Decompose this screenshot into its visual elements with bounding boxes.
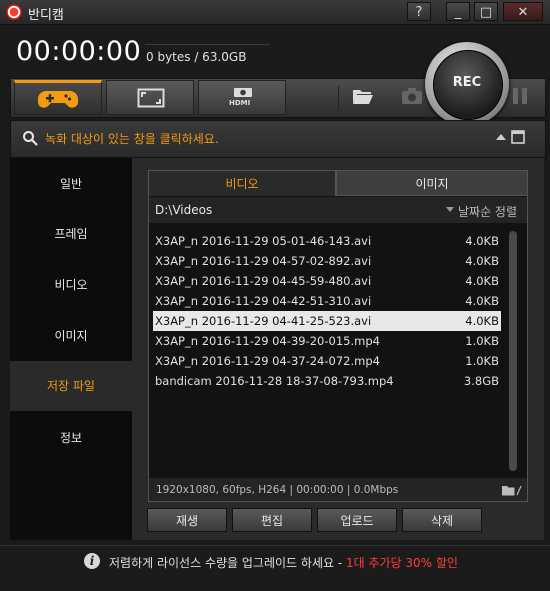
screen-rectangle-icon xyxy=(137,88,165,108)
sort-dropdown-arrow-icon[interactable] xyxy=(446,207,454,212)
list-item[interactable]: X3AP_n 2016-11-29 04-37-24-072.mp4 1.0KB xyxy=(153,351,501,371)
app-logo-icon xyxy=(6,4,22,20)
file-size: 4.0KB xyxy=(465,314,499,328)
file-name: X3AP_n 2016-11-29 04-41-25-523.avi xyxy=(155,314,372,328)
scrollbar-thumb[interactable] xyxy=(509,231,517,471)
tab-image[interactable]: 이미지 xyxy=(336,170,528,196)
file-size: 4.0KB xyxy=(465,254,499,268)
file-name: X3AP_n 2016-11-29 04-42-51-310.avi xyxy=(155,294,372,308)
list-item[interactable]: X3AP_n 2016-11-29 04-57-02-892.avi 4.0KB xyxy=(153,251,501,271)
record-timer: 00:00:00 xyxy=(16,36,142,67)
gamepad-icon xyxy=(38,91,78,108)
discount-promo: 1대 추가당 30% 할인 xyxy=(345,556,458,570)
file-name: X3AP_n 2016-11-29 05-01-46-143.avi xyxy=(155,234,372,248)
app-title: 반디캠 xyxy=(28,8,64,23)
list-item-selected[interactable]: X3AP_n 2016-11-29 04-41-25-523.avi 4.0KB xyxy=(153,311,501,331)
edit-button[interactable]: 편집 xyxy=(232,508,312,532)
upload-button[interactable]: 업로드 xyxy=(317,508,397,532)
sidebar-item-info[interactable]: 정보 xyxy=(10,413,132,463)
help-button[interactable]: ? xyxy=(407,2,431,21)
delete-button[interactable]: 삭제 xyxy=(402,508,482,532)
sidebar-item-general[interactable]: 일반 xyxy=(10,159,132,209)
file-name: X3AP_n 2016-11-29 04-37-24-072.mp4 xyxy=(155,354,380,368)
list-item[interactable]: X3AP_n 2016-11-29 04-42-51-310.avi 4.0KB xyxy=(153,291,501,311)
open-folder-icon[interactable] xyxy=(352,87,374,105)
list-item[interactable]: bandicam 2016-11-28 18-37-08-793.mp4 3.8G… xyxy=(153,371,501,391)
game-mode-tab[interactable] xyxy=(14,80,102,115)
file-size: 4.0KB xyxy=(465,274,499,288)
file-size-readout: 0 bytes / 63.0GB xyxy=(146,50,247,64)
status-text: 1920x1080, 60fps, H264 | 00:00:00 | 0.0M… xyxy=(156,484,399,496)
window-icon[interactable] xyxy=(511,130,525,144)
list-item[interactable]: X3AP_n 2016-11-29 04-39-20-015.mp4 1.0KB xyxy=(153,331,501,351)
upgrade-text: 저렴하게 라이선스 수량을 업그레이드 하세요 - xyxy=(109,556,346,570)
restore-button[interactable]: □ xyxy=(474,2,498,21)
triangle-up-icon[interactable] xyxy=(496,133,506,141)
info-icon: i xyxy=(84,553,100,569)
file-size: 4.0KB xyxy=(465,234,499,248)
file-name: X3AP_n 2016-11-29 04-45-59-480.avi xyxy=(155,274,372,288)
screen-mode-tab[interactable] xyxy=(106,80,194,115)
sort-dropdown[interactable]: 날짜순 정렬 xyxy=(458,203,517,220)
sidebar-item-video[interactable]: 비디오 xyxy=(10,260,132,310)
minimize-button[interactable]: _ xyxy=(446,2,470,21)
tab-video[interactable]: 비디오 xyxy=(148,170,336,196)
file-size: 1.0KB xyxy=(465,334,499,348)
hint-text: 녹화 대상이 있는 창을 클릭하세요. xyxy=(45,132,219,146)
hdmi-label: HDMI xyxy=(229,99,251,107)
hdmi-mode-tab[interactable]: HDMI xyxy=(198,80,286,115)
file-size: 3.8GB xyxy=(463,374,499,388)
sidebar-item-image[interactable]: 이미지 xyxy=(10,311,132,361)
folder-path: D:\Videos xyxy=(155,203,213,217)
play-button[interactable]: 재생 xyxy=(147,508,227,532)
sidebar-item-saved-files[interactable]: 저장 파일 xyxy=(10,361,132,411)
size-divider xyxy=(145,44,270,45)
close-button[interactable]: ✕ xyxy=(503,2,543,21)
upgrade-message[interactable]: 저렴하게 라이선스 수량을 업그레이드 하세요 - 1대 추가당 30% 할인 xyxy=(109,554,458,571)
sidebar-item-frame[interactable]: 프레임 xyxy=(10,209,132,259)
file-name: X3AP_n 2016-11-29 04-39-20-015.mp4 xyxy=(155,334,380,348)
file-size: 4.0KB xyxy=(465,294,499,308)
file-name: X3AP_n 2016-11-29 04-57-02-892.avi xyxy=(155,254,372,268)
search-icon xyxy=(23,131,38,146)
rec-label: REC xyxy=(452,75,482,90)
camera-icon[interactable] xyxy=(401,87,423,105)
list-item[interactable]: X3AP_n 2016-11-29 05-01-46-143.avi 4.0KB xyxy=(153,231,501,251)
pause-icon[interactable] xyxy=(509,87,531,105)
list-item[interactable]: X3AP_n 2016-11-29 04-45-59-480.avi 4.0KB xyxy=(153,271,501,291)
toolbar-divider xyxy=(338,86,339,110)
file-size: 1.0KB xyxy=(465,354,499,368)
file-name: bandicam 2016-11-28 18-37-08-793.mp4 xyxy=(155,374,394,388)
folder-slash-icon[interactable] xyxy=(501,484,523,496)
